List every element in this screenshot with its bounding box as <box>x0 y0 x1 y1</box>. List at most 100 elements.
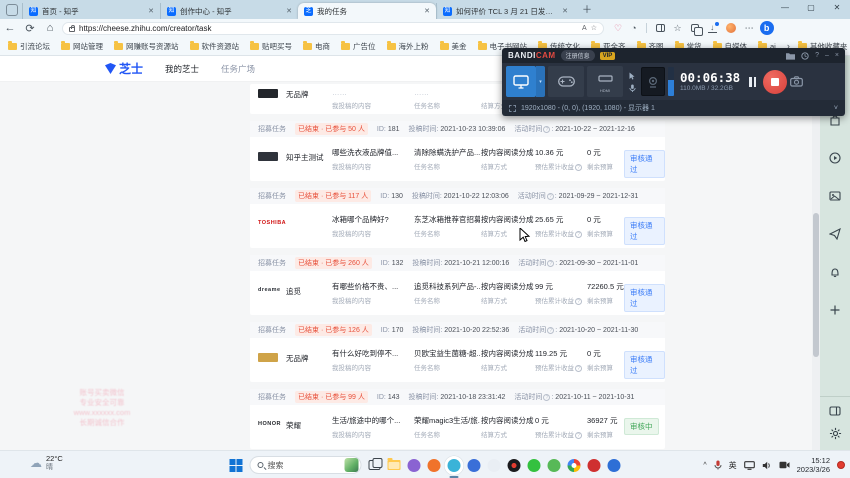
settings-icon[interactable] <box>829 427 842 440</box>
nav-task-square[interactable]: 任务广场 <box>221 63 255 75</box>
screen-recording-mode-button[interactable] <box>506 66 536 97</box>
display-tray-icon[interactable] <box>744 461 755 470</box>
bandicam-close-icon[interactable]: × <box>835 52 839 59</box>
review-status-button[interactable]: 审核通过 <box>624 284 665 312</box>
task-row[interactable]: 无品牌 有什么好吃到停不... 我投稿的内容 贝欧宝益生菌糖-超... 任务名称… <box>250 338 665 382</box>
taskbar-app-icon[interactable] <box>488 459 501 472</box>
start-button[interactable] <box>230 459 243 472</box>
device-recording-mode-button[interactable]: HDMI <box>587 66 623 97</box>
mode-dropdown-icon[interactable]: ▾ <box>536 66 545 97</box>
new-tab-button[interactable]: ＋ <box>582 1 592 16</box>
task-view-button[interactable] <box>369 460 381 470</box>
browser-essentials-icon[interactable]: ♡ <box>614 24 622 33</box>
settings-more-icon[interactable]: ⋯ <box>745 24 754 33</box>
taskbar-app-icon[interactable] <box>448 459 461 472</box>
content-title[interactable]: 冰箱哪个品牌好? <box>332 214 412 225</box>
read-aloud-icon[interactable]: A <box>582 25 587 32</box>
bookmark-folder[interactable]: 美金 <box>440 41 467 52</box>
browser-tab[interactable]: 知 创作中心 - 知乎 ✕ <box>160 3 298 19</box>
mic-option-icon[interactable] <box>629 84 636 92</box>
content-title[interactable]: 有什么好吃到停不... <box>332 348 412 359</box>
register-info-button[interactable]: 注册信息 <box>561 50 595 61</box>
clock-icon[interactable] <box>801 52 809 60</box>
taskbar-app-icon[interactable] <box>428 459 441 472</box>
page-scrollbar-thumb[interactable] <box>813 213 819 357</box>
content-title[interactable]: 生活/旅途中的哪个... <box>332 415 412 426</box>
bookmark-folder[interactable]: 引流论坛 <box>8 41 50 52</box>
task-title[interactable]: 清除除螨洗护产品... <box>414 147 480 158</box>
add-tool-icon[interactable] <box>829 304 841 316</box>
bookmark-folder[interactable]: 网赚账号资源站 <box>114 41 179 52</box>
game-recording-mode-button[interactable] <box>548 66 584 97</box>
close-button[interactable]: ✕ <box>824 0 850 16</box>
chevron-down-icon[interactable]: ˅ <box>834 105 838 112</box>
bookmark-folder[interactable]: 软件资源站 <box>190 41 240 52</box>
task-row[interactable]: 知乎主测试 哪些洗衣液品牌值... 我投稿的内容 清除除螨洗护产品... 任务名… <box>250 137 665 181</box>
task-row[interactable]: HONOR 荣耀 生活/旅途中的哪个... 我投稿的内容 荣耀magic3生活/… <box>250 405 665 449</box>
favorites-icon[interactable]: ☆ <box>674 24 682 33</box>
help-icon[interactable]: ? <box>815 52 819 59</box>
bandicam-minimize-icon[interactable]: – <box>825 52 829 59</box>
bookmark-folder[interactable]: 电商 <box>303 41 330 52</box>
games-icon[interactable] <box>829 152 841 164</box>
taskbar-app-icon[interactable] <box>528 459 541 472</box>
bookmark-folder[interactable]: 海外上粉 <box>387 41 429 52</box>
url-text[interactable]: https://cheese.zhihu.com/creator/task <box>79 24 578 33</box>
downloads-icon[interactable]: ↓ <box>708 24 717 33</box>
open-folder-icon[interactable] <box>786 52 795 60</box>
task-row[interactable]: dreame 追觅 有哪些价格不贵、... 我投稿的内容 追觅科技系列产品-..… <box>250 271 665 315</box>
taskbar-app-icon[interactable] <box>568 459 581 472</box>
capture-region-bar[interactable]: 1920x1080 - (0, 0), (1920, 1080) - 显示器 1… <box>502 100 845 116</box>
webcam-preview[interactable] <box>641 67 665 96</box>
collections-icon[interactable] <box>691 24 699 32</box>
task-title[interactable]: 荣耀magic3生活/旅... <box>414 415 480 426</box>
browser-tab[interactable]: 知 首页 - 知乎 ✕ <box>22 3 160 19</box>
weather-widget[interactable]: ☁ 22°C晴 <box>30 454 63 472</box>
profile-avatar[interactable] <box>726 23 736 33</box>
review-status-button[interactable]: 审核通过 <box>624 150 665 178</box>
pause-button[interactable] <box>749 77 756 87</box>
minimize-button[interactable]: — <box>772 0 798 16</box>
address-bar[interactable]: https://cheese.zhihu.com/creator/task A … <box>62 22 604 35</box>
hidden-icons-chevron[interactable]: ^ <box>703 462 706 469</box>
task-title[interactable]: 追觅科技系列产品-... <box>414 281 480 292</box>
tab-actions-icon[interactable] <box>6 4 18 16</box>
maximize-button[interactable]: ▢ <box>798 0 824 16</box>
favorite-add-icon[interactable]: ☆ <box>591 24 597 32</box>
file-explorer-icon[interactable] <box>388 460 401 470</box>
task-title[interactable]: 东芝冰箱推荐官招募 <box>414 214 480 225</box>
site-logo[interactable]: 芝士 <box>105 60 143 77</box>
taskbar-app-icon[interactable] <box>508 459 521 472</box>
taskbar-app-icon[interactable] <box>608 459 621 472</box>
image-creator-icon[interactable] <box>829 190 841 202</box>
task-row[interactable]: TOSHIBA 冰箱哪个品牌好? 我投稿的内容 东芝冰箱推荐官招募 任务名称 按… <box>250 204 665 248</box>
stop-recording-button[interactable] <box>763 70 787 94</box>
bookmark-folder[interactable]: 网站管理 <box>61 41 103 52</box>
tab-close-icon[interactable]: ✕ <box>148 7 154 15</box>
screenshot-camera-icon[interactable] <box>790 76 803 87</box>
drop-icon[interactable] <box>829 228 841 240</box>
content-title[interactable]: 哪些洗衣液品牌值... <box>332 147 412 158</box>
clock[interactable]: 15:12 2023/3/26 <box>797 456 830 474</box>
taskbar-app-icon[interactable] <box>408 459 421 472</box>
tab-close-icon[interactable]: ✕ <box>562 7 568 15</box>
back-icon[interactable]: ← <box>0 22 20 34</box>
extension-icon[interactable]: ◔ <box>631 24 636 33</box>
content-title[interactable]: 有哪些价格不贵、... <box>332 281 412 292</box>
cursor-option-icon[interactable] <box>629 72 636 80</box>
bookmark-folder[interactable]: 广告位 <box>341 41 376 52</box>
browser-tab[interactable]: 芝 我的任务 ✕ <box>298 3 436 19</box>
search-box[interactable]: 搜索 <box>250 456 362 474</box>
taskbar-app-icon[interactable] <box>588 459 601 472</box>
camera-tray-icon[interactable] <box>779 461 790 469</box>
customize-sidebar-icon[interactable] <box>829 405 841 417</box>
review-status-button[interactable]: 审核中 <box>624 418 659 435</box>
task-title[interactable]: 贝欧宝益生菌糖-超... <box>414 348 480 359</box>
ime-indicator[interactable]: 英 <box>729 460 737 471</box>
speaker-tray-icon[interactable] <box>762 461 772 470</box>
taskbar-app-icon[interactable] <box>468 459 481 472</box>
browser-tab[interactable]: 知 如何评价 TCL 3 月 21 日发布的 ✕ <box>436 3 574 19</box>
copilot-bing-icon[interactable]: b <box>760 21 774 35</box>
bookmark-folder[interactable]: 贴吧买号 <box>250 41 292 52</box>
mic-tray-icon[interactable] <box>714 460 722 470</box>
